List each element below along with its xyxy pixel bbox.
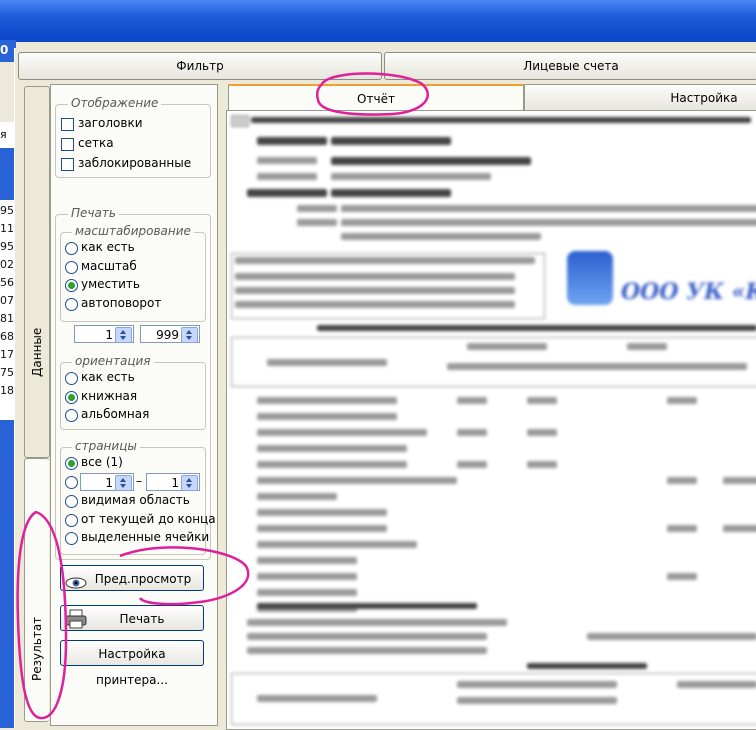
annotation-overlay: [16, 72, 429, 720]
